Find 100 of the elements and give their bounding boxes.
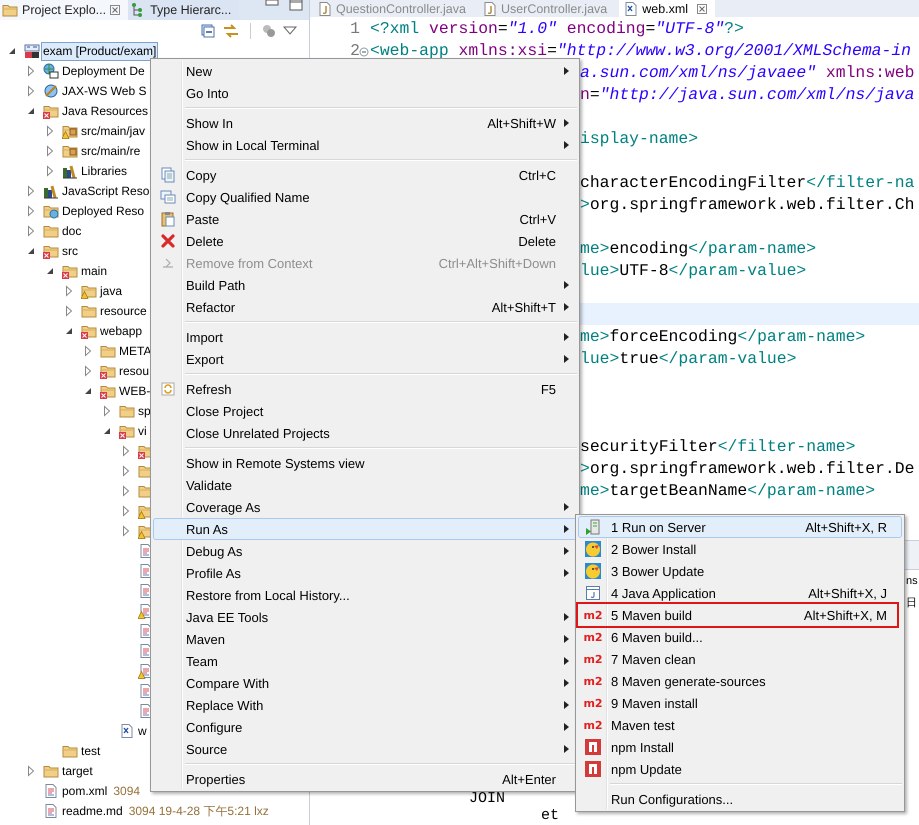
- menu-item[interactable]: 1 Run on Server Alt+Shift+X, R: [578, 516, 902, 538]
- tree-item[interactable]: pom.xml: [60, 782, 110, 800]
- tree-item[interactable]: src/main/re: [79, 142, 142, 160]
- tree-item[interactable]: sp: [136, 402, 153, 420]
- menu-item[interactable]: m2 7 Maven clean: [578, 648, 902, 670]
- collapsed-arrow-icon[interactable]: [120, 485, 132, 497]
- menu-item[interactable]: Go Into: [153, 82, 577, 104]
- collapse-icon[interactable]: [359, 46, 369, 56]
- collapsed-arrow-icon[interactable]: [63, 305, 75, 317]
- tree-item[interactable]: resource: [98, 302, 149, 320]
- tree-item[interactable]: java: [98, 282, 124, 300]
- menu-item[interactable]: Compare With: [153, 672, 577, 694]
- tree-item[interactable]: test: [79, 742, 102, 760]
- tree-item[interactable]: Java Resources: [60, 102, 150, 120]
- tree-item[interactable]: target: [60, 762, 95, 780]
- menu-item[interactable]: Debug As: [153, 540, 577, 562]
- menu-item[interactable]: Team: [153, 650, 577, 672]
- collapsed-arrow-icon[interactable]: [44, 145, 56, 157]
- collapsed-arrow-icon[interactable]: [120, 445, 132, 457]
- collapsed-arrow-icon[interactable]: [120, 505, 132, 517]
- menu-item[interactable]: Replace With: [153, 694, 577, 716]
- logo-text: m2: [583, 652, 603, 666]
- menu-item[interactable]: Source: [153, 738, 577, 760]
- tree-item[interactable]: vi: [136, 422, 149, 440]
- tree-item[interactable]: WEB-: [117, 382, 152, 400]
- menu-item[interactable]: Java EE Tools: [153, 606, 577, 628]
- menu-item[interactable]: Copy Ctrl+C: [153, 164, 577, 186]
- close-icon[interactable]: [110, 5, 120, 15]
- tree-item[interactable]: w: [136, 722, 149, 740]
- collapsed-arrow-icon[interactable]: [82, 365, 94, 377]
- menu-item[interactable]: Delete Delete: [153, 230, 577, 252]
- menu-item[interactable]: Profile As: [153, 562, 577, 584]
- collapsed-arrow-icon[interactable]: [44, 165, 56, 177]
- tree-item[interactable]: META: [117, 342, 154, 360]
- collapsed-arrow-icon[interactable]: [25, 185, 37, 197]
- menu-item[interactable]: Show in Remote Systems view: [153, 452, 577, 474]
- tree-item[interactable]: Deployment De: [60, 62, 147, 80]
- menu-item[interactable]: Build Path: [153, 274, 577, 296]
- menu-item[interactable]: Close Project: [153, 400, 577, 422]
- menu-item[interactable]: m2 Maven test: [578, 714, 902, 736]
- collapsed-arrow-icon[interactable]: [101, 405, 113, 417]
- tree-item[interactable]: webapp: [98, 322, 144, 340]
- tree-item[interactable]: resou: [117, 362, 152, 380]
- tree-item[interactable]: src/main/jav: [79, 122, 148, 140]
- view-tab[interactable]: Project Explo...: [0, 0, 128, 20]
- menu-item[interactable]: Restore from Local History...: [153, 584, 577, 606]
- folder-icon: [119, 423, 135, 439]
- menu-item[interactable]: Paste Ctrl+V: [153, 208, 577, 230]
- collapsed-arrow-icon[interactable]: [25, 205, 37, 217]
- menu-item[interactable]: Configure: [153, 716, 577, 738]
- tree-item[interactable]: Deployed Reso: [60, 202, 146, 220]
- filter-icon[interactable]: [261, 22, 277, 38]
- menu-item[interactable]: Refresh F5: [153, 378, 577, 400]
- collapse-all-icon[interactable]: [200, 22, 216, 38]
- tree-item[interactable]: src: [60, 242, 80, 260]
- collapsed-arrow-icon[interactable]: [25, 765, 37, 777]
- collapsed-arrow-icon[interactable]: [120, 525, 132, 537]
- menu-item[interactable]: m2 5 Maven build Alt+Shift+X, M: [578, 604, 902, 626]
- menu-item[interactable]: 4 Java Application Alt+Shift+X, J: [578, 582, 902, 604]
- menu-item[interactable]: Export: [153, 348, 577, 370]
- tree-item[interactable]: main: [79, 262, 110, 280]
- collapsed-arrow-icon[interactable]: [25, 225, 37, 237]
- menu-item[interactable]: Run As: [153, 518, 577, 540]
- collapsed-arrow-icon[interactable]: [25, 65, 37, 77]
- menu-item[interactable]: Import: [153, 326, 577, 348]
- menu-item[interactable]: npm Update: [578, 758, 902, 780]
- menu-item[interactable]: Show In Alt+Shift+W: [153, 112, 577, 134]
- menu-item[interactable]: m2 9 Maven install: [578, 692, 902, 714]
- menu-item[interactable]: Properties Alt+Enter: [153, 768, 577, 790]
- menu-item[interactable]: Validate: [153, 474, 577, 496]
- view-menu-icon[interactable]: [283, 26, 297, 36]
- tree-item[interactable]: exam [Product/exam]: [41, 42, 158, 60]
- collapsed-arrow-icon[interactable]: [82, 345, 94, 357]
- menu-item[interactable]: Maven: [153, 628, 577, 650]
- menu-item[interactable]: Coverage As: [153, 496, 577, 518]
- menu-item[interactable]: New: [153, 60, 577, 82]
- editor-tab[interactable]: web.xml: [619, 0, 716, 17]
- tree-item[interactable]: doc: [60, 222, 84, 240]
- menu-item[interactable]: npm Install: [578, 736, 902, 758]
- menu-item[interactable]: 2 Bower Install: [578, 538, 902, 560]
- collapsed-arrow-icon[interactable]: [25, 85, 37, 97]
- menu-item[interactable]: m2 8 Maven generate-sources: [578, 670, 902, 692]
- menu-item[interactable]: Run Configurations...: [578, 788, 902, 810]
- collapsed-arrow-icon[interactable]: [120, 465, 132, 477]
- folder-icon: [100, 343, 116, 359]
- menu-item[interactable]: Refactor Alt+Shift+T: [153, 296, 577, 318]
- tree-item[interactable]: Libraries: [79, 162, 130, 180]
- menu-item[interactable]: m2 6 Maven build...: [578, 626, 902, 648]
- tree-item[interactable]: JavaScript Reso: [60, 182, 152, 200]
- close-icon[interactable]: [697, 4, 708, 14]
- collapsed-arrow-icon[interactable]: [63, 285, 75, 297]
- menu-item[interactable]: 3 Bower Update: [578, 560, 902, 582]
- tree-item[interactable]: readme.md: [60, 802, 125, 820]
- maximize-icon[interactable]: [289, 0, 303, 12]
- collapsed-arrow-icon[interactable]: [44, 125, 56, 137]
- menu-item[interactable]: Show in Local Terminal: [153, 134, 577, 156]
- menu-item[interactable]: Copy Qualified Name: [153, 186, 577, 208]
- menu-item[interactable]: Close Unrelated Projects: [153, 422, 577, 444]
- link-arrows-icon[interactable]: [222, 22, 240, 38]
- tree-item[interactable]: JAX-WS Web S: [60, 82, 148, 100]
